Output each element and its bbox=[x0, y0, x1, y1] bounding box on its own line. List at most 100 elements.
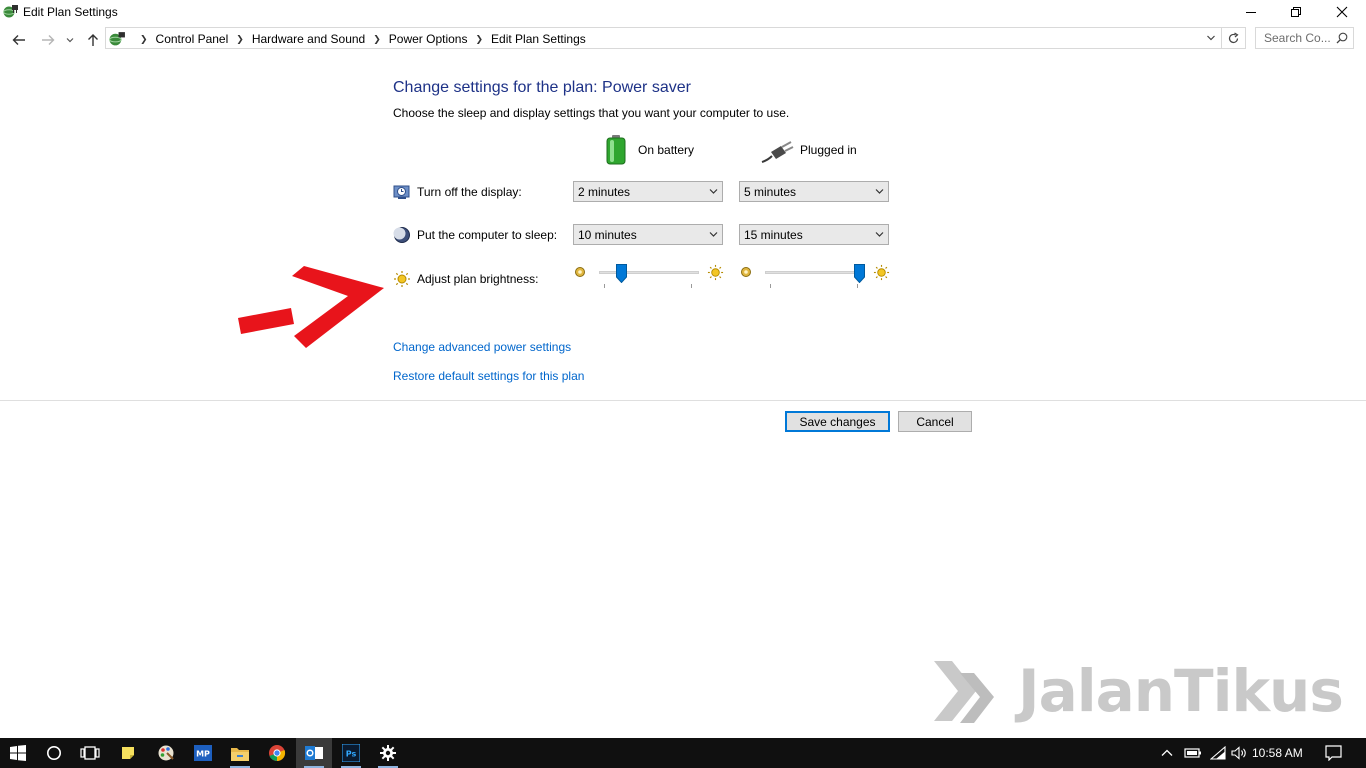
show-hidden-icons-button[interactable] bbox=[1158, 738, 1176, 768]
sleep-moon-icon bbox=[393, 227, 410, 243]
start-button[interactable] bbox=[0, 738, 36, 768]
minimize-icon bbox=[1246, 12, 1256, 13]
taskbar-file-explorer[interactable] bbox=[222, 738, 258, 768]
plugged-in-label: Plugged in bbox=[800, 143, 857, 157]
breadcrumb-separator-icon[interactable]: ❯ bbox=[140, 34, 148, 45]
sleep-label: Put the computer to sleep: bbox=[417, 228, 558, 242]
taskbar-settings[interactable] bbox=[370, 738, 406, 768]
turn-off-display-row-label: Turn off the display: bbox=[393, 183, 522, 201]
power-options-icon bbox=[109, 32, 125, 46]
photoshop-icon: Ps bbox=[342, 744, 360, 762]
battery-tray-button[interactable] bbox=[1182, 738, 1204, 768]
volume-icon bbox=[1231, 746, 1246, 760]
cortana-button[interactable] bbox=[36, 738, 72, 768]
display-plugged-in-value: 5 minutes bbox=[744, 185, 797, 199]
windows-start-icon bbox=[10, 745, 26, 761]
slider-tick bbox=[604, 284, 605, 288]
taskbar-outlook[interactable] bbox=[296, 738, 332, 768]
brightness-plugged-in-slider[interactable] bbox=[740, 263, 890, 291]
taskbar-sticky-notes[interactable] bbox=[110, 738, 146, 768]
sleep-on-battery-value: 10 minutes bbox=[578, 228, 637, 242]
brightness-on-battery-slider[interactable] bbox=[574, 263, 724, 291]
display-on-battery-select[interactable]: 2 minutes bbox=[573, 181, 723, 202]
save-changes-button[interactable]: Save changes bbox=[785, 411, 890, 432]
svg-text:Ps: Ps bbox=[346, 750, 357, 759]
change-advanced-power-settings-link[interactable]: Change advanced power settings bbox=[393, 340, 571, 354]
up-arrow-icon bbox=[88, 34, 98, 46]
address-bar[interactable]: ❯ Control Panel ❯ Hardware and Sound ❯ P… bbox=[105, 27, 1222, 49]
chevron-down-icon bbox=[875, 189, 884, 194]
restore-button[interactable] bbox=[1273, 0, 1319, 24]
task-view-icon bbox=[80, 746, 100, 760]
display-plugged-in-select[interactable]: 5 minutes bbox=[739, 181, 889, 202]
power-plug-icon bbox=[761, 141, 794, 163]
forward-arrow-icon bbox=[42, 35, 55, 45]
chevron-down-icon bbox=[709, 189, 718, 194]
taskbar-paint[interactable] bbox=[148, 738, 184, 768]
taskbar-chrome[interactable] bbox=[259, 738, 295, 768]
search-box[interactable] bbox=[1255, 27, 1354, 49]
refresh-icon bbox=[1228, 31, 1239, 43]
slider-track bbox=[599, 271, 699, 274]
window-title: Edit Plan Settings bbox=[23, 5, 118, 19]
volume-tray-button[interactable] bbox=[1229, 738, 1251, 768]
brightness-sun-icon bbox=[394, 271, 410, 287]
power-options-icon bbox=[3, 5, 18, 18]
search-icon bbox=[1336, 32, 1348, 44]
battery-icon bbox=[606, 135, 626, 165]
taskbar-mp-app[interactable]: MP bbox=[185, 738, 221, 768]
recent-locations-button[interactable] bbox=[63, 31, 77, 49]
sleep-plugged-in-select[interactable]: 15 minutes bbox=[739, 224, 889, 245]
paint-app-icon bbox=[158, 745, 174, 761]
up-button[interactable] bbox=[84, 31, 102, 49]
slider-thumb[interactable] bbox=[854, 264, 865, 283]
taskbar-clock[interactable]: 10:58 AM bbox=[1252, 746, 1303, 760]
title-bar: Edit Plan Settings bbox=[0, 0, 1366, 24]
breadcrumb-hardware-and-sound[interactable]: Hardware and Sound bbox=[252, 32, 365, 46]
breadcrumb-power-options[interactable]: Power Options bbox=[389, 32, 468, 46]
breadcrumb-edit-plan-settings[interactable]: Edit Plan Settings bbox=[491, 32, 586, 46]
brightness-label: Adjust plan brightness: bbox=[417, 272, 539, 286]
chevron-down-icon bbox=[709, 232, 718, 237]
file-explorer-icon bbox=[231, 747, 249, 761]
close-button[interactable] bbox=[1319, 0, 1365, 24]
action-center-button[interactable] bbox=[1320, 738, 1346, 768]
bright-brightness-icon bbox=[707, 264, 724, 281]
recent-dropdown-icon bbox=[66, 38, 74, 43]
cancel-button[interactable]: Cancel bbox=[898, 411, 972, 432]
task-view-button[interactable] bbox=[72, 738, 108, 768]
network-tray-button[interactable] bbox=[1207, 738, 1229, 768]
breadcrumb: ❯ Control Panel ❯ Hardware and Sound ❯ P… bbox=[132, 32, 586, 46]
forward-button[interactable] bbox=[39, 31, 57, 49]
minimize-button[interactable] bbox=[1228, 0, 1274, 24]
mp-app-icon: MP bbox=[194, 745, 212, 761]
breadcrumb-separator-icon[interactable]: ❯ bbox=[236, 34, 244, 45]
back-button[interactable] bbox=[10, 31, 28, 49]
search-input[interactable] bbox=[1264, 31, 1336, 45]
slider-thumb[interactable] bbox=[616, 264, 627, 283]
breadcrumb-separator-icon[interactable]: ❯ bbox=[373, 34, 381, 45]
page-description: Choose the sleep and display settings th… bbox=[393, 106, 790, 120]
action-center-icon bbox=[1324, 745, 1342, 761]
refresh-button[interactable] bbox=[1222, 27, 1246, 49]
breadcrumb-separator-icon[interactable]: ❯ bbox=[475, 34, 483, 45]
wifi-icon bbox=[1210, 746, 1226, 760]
chevron-down-icon bbox=[875, 232, 884, 237]
display-timer-icon bbox=[393, 185, 410, 199]
dim-brightness-icon bbox=[575, 267, 585, 277]
slider-tick bbox=[691, 284, 692, 288]
sleep-on-battery-select[interactable]: 10 minutes bbox=[573, 224, 723, 245]
restore-default-settings-link[interactable]: Restore default settings for this plan bbox=[393, 369, 584, 383]
taskbar-photoshop[interactable]: Ps bbox=[333, 738, 369, 768]
bright-brightness-icon bbox=[873, 264, 890, 281]
slider-tick bbox=[857, 284, 858, 288]
breadcrumb-control-panel[interactable]: Control Panel bbox=[156, 32, 229, 46]
sticky-notes-icon bbox=[122, 747, 134, 759]
jalantikus-logo-icon bbox=[934, 661, 994, 723]
taskbar: MP Ps 10:58 AM bbox=[0, 738, 1366, 768]
sleep-row-label: Put the computer to sleep: bbox=[393, 226, 557, 244]
navigation-bar: ❯ Control Panel ❯ Hardware and Sound ❯ P… bbox=[0, 27, 1366, 53]
show-hidden-icons-chevron-icon bbox=[1161, 749, 1173, 756]
chevron-down-icon bbox=[1207, 35, 1215, 41]
address-history-dropdown[interactable] bbox=[1202, 28, 1220, 48]
